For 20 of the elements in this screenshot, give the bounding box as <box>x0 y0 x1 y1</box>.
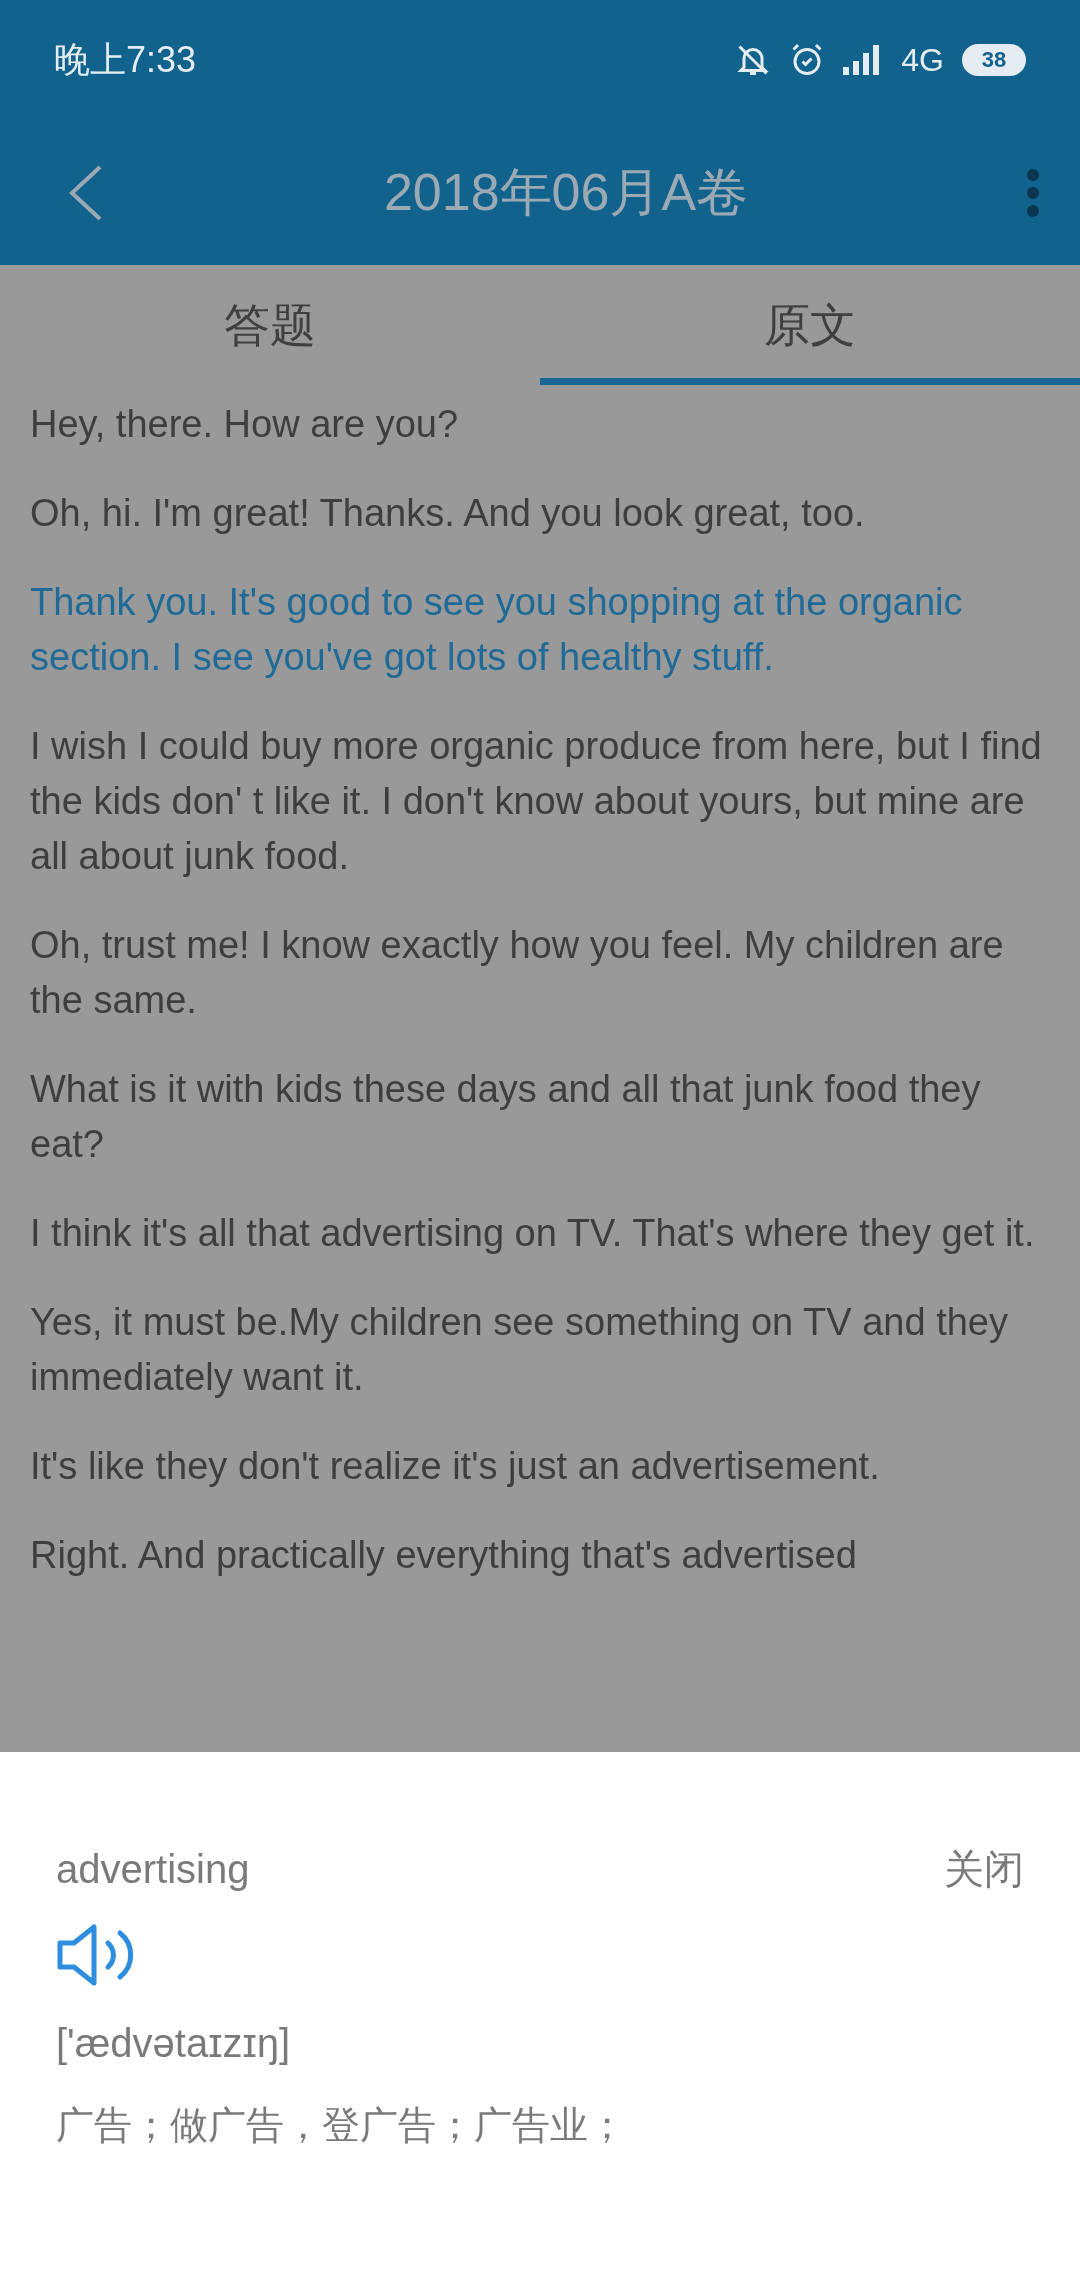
tab[interactable]: 答题 <box>0 265 540 385</box>
close-button[interactable]: 关闭 <box>944 1842 1024 1897</box>
transcript-paragraph[interactable]: Oh, hi. I'm great! Thanks. And you look great, too. <box>30 486 1050 541</box>
transcript-paragraph[interactable]: Right. And practically everything that's advertised <box>30 1528 1050 1583</box>
transcript-paragraph[interactable]: Thank you. It's good to see you shopping at the organic section. I see you've got lots of healthy stuff. <box>30 575 1050 685</box>
status-time: 晚上7:33 <box>54 37 197 82</box>
transcript-paragraph[interactable]: What is it with kids these days and all that junk food they eat? <box>30 1062 1050 1172</box>
transcript-paragraph[interactable]: It's like they don't realize it's just an advertisement. <box>30 1439 1050 1494</box>
transcript-paragraph[interactable]: Hey, there. How are you? <box>30 397 1050 452</box>
network-type: 4G <box>901 41 944 79</box>
transcript-paragraph[interactable]: Oh, trust me! I know exactly how you feel. My children are the same. <box>30 918 1050 1028</box>
transcript-paragraph[interactable]: I think it's all that advertising on TV. That's where they get it. <box>30 1206 1050 1261</box>
phonetic-text: ['ædvətaɪzɪŋ] <box>56 2021 291 2066</box>
page-title: 2018年06月A卷 <box>382 161 750 223</box>
transcript-paragraph[interactable]: I wish I could buy more organic produce from here, but I find the kids don' t like it. I don't know about yours, but mine are all about junk food. <box>30 719 1050 884</box>
dictionary-word: advertising <box>56 1847 250 1892</box>
transcript-paragraph[interactable]: Yes, it must be.My children see something on TV and they immediately want it. <box>30 1295 1050 1405</box>
more-icon[interactable] <box>1026 167 1040 218</box>
definition-text: 广告；做广告，登广告；广告业； <box>56 2103 627 2148</box>
battery-icon: 38 <box>962 44 1026 76</box>
